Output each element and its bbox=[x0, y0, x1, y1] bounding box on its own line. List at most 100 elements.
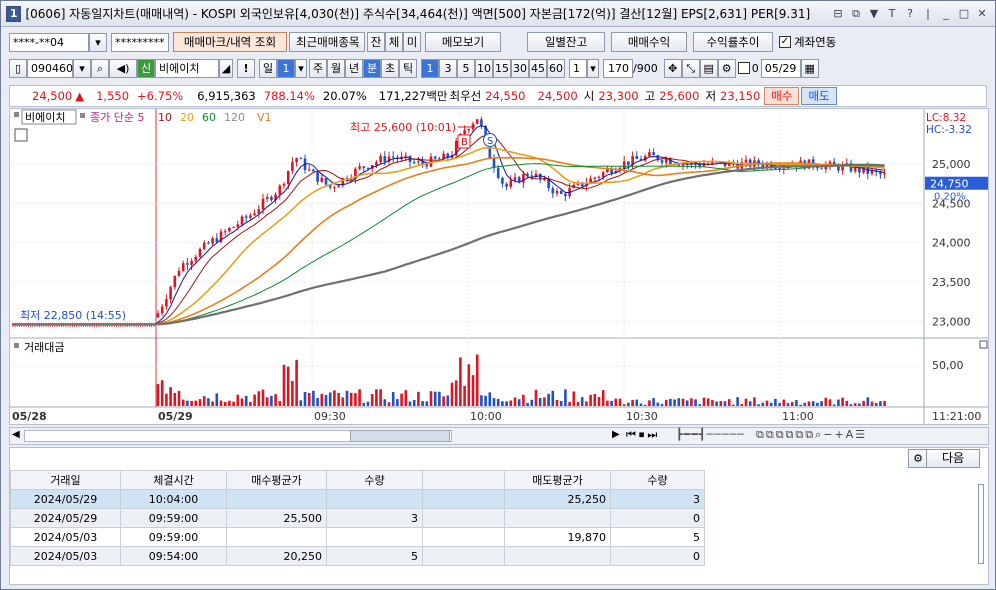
code-dropdown-icon[interactable]: ▾ bbox=[73, 58, 91, 78]
price-change-pct: +6.75% bbox=[137, 89, 184, 103]
daily-profit-button[interactable]: 매매수익 bbox=[611, 32, 687, 52]
moving-average-line bbox=[13, 163, 885, 325]
turnover-rate: 20.07% bbox=[322, 89, 367, 103]
minute-10[interactable]: 10 bbox=[475, 58, 493, 78]
volume-bar bbox=[874, 403, 878, 406]
scroll-thumb[interactable] bbox=[350, 430, 450, 442]
zoom-slider-icon[interactable]: ┣━━┫───── bbox=[676, 428, 745, 441]
symbol-toolbar: ▯ 090460 ▾ ⌕ ◀) 신 비에이치 ◢ ! 일 1 ▾ 주 월 년 분… bbox=[9, 56, 819, 80]
next-button[interactable]: 다음 bbox=[926, 449, 980, 468]
col-exec-time: 체결시간 bbox=[120, 470, 227, 490]
volume-bar bbox=[702, 397, 706, 406]
period-year[interactable]: 년 bbox=[345, 58, 363, 78]
account-link-checkbox[interactable]: ✓ bbox=[779, 36, 791, 48]
recent-trades-button[interactable]: 최근매매종목 bbox=[289, 32, 365, 52]
volume-bar bbox=[291, 381, 294, 406]
minute-45[interactable]: 45 bbox=[529, 58, 547, 78]
code-type-icon[interactable]: ▯ bbox=[9, 58, 27, 78]
volume-bar bbox=[438, 391, 441, 406]
col-buy-qty: 수량 bbox=[326, 470, 423, 490]
grid-scrollbar[interactable] bbox=[978, 484, 984, 564]
scroll-right-icon[interactable]: ▶ bbox=[612, 429, 620, 440]
period-dropdown-icon[interactable]: ▾ bbox=[295, 58, 307, 78]
minute-15[interactable]: 15 bbox=[493, 58, 511, 78]
stock-code-input[interactable]: 090460 bbox=[27, 58, 73, 78]
date-input[interactable]: 05/29 bbox=[760, 58, 801, 78]
range-input[interactable]: 170 bbox=[603, 58, 633, 78]
minute-5[interactable]: 5 bbox=[457, 58, 475, 78]
period-minute[interactable]: 분 bbox=[363, 58, 381, 78]
candle-body bbox=[156, 313, 160, 318]
drawing-icon[interactable]: ⤡ bbox=[681, 58, 700, 78]
minute-3[interactable]: 3 bbox=[439, 58, 457, 78]
minimize-icon[interactable]: _ bbox=[939, 7, 953, 21]
table-cell bbox=[422, 489, 505, 509]
alert-button[interactable]: ! bbox=[237, 58, 255, 78]
period-second[interactable]: 초 bbox=[381, 58, 399, 78]
tool-icons[interactable]: ⧉⧉⧉⧉⧉⧉⌕−+A☰ bbox=[756, 428, 867, 442]
candle-body bbox=[463, 130, 466, 135]
volume-bar bbox=[652, 398, 655, 406]
gear-icon[interactable]: ⚙ bbox=[717, 58, 736, 78]
volume-bar bbox=[883, 400, 886, 406]
price-chart[interactable]: 25,00024,50024,00023,50023,00024,7500.20… bbox=[10, 109, 988, 424]
account-dropdown-icon[interactable]: ▾ bbox=[89, 32, 107, 52]
volume-bar bbox=[748, 401, 752, 406]
volume-bar bbox=[362, 402, 366, 406]
close-icon[interactable]: ✕ bbox=[975, 7, 989, 21]
candle-body bbox=[509, 180, 513, 187]
chart-scrollbar[interactable]: ◀ ▶ ⏮⏹⏭ ┣━━┫───── ⧉⧉⧉⧉⧉⧉⌕−+A☰ bbox=[9, 427, 989, 445]
sound-icon[interactable]: ◀) bbox=[109, 58, 137, 78]
account-select[interactable]: ****-**04 bbox=[9, 32, 89, 52]
scroll-left-icon[interactable]: ◀ bbox=[12, 429, 20, 440]
zero-checkbox[interactable] bbox=[737, 62, 750, 74]
volume-bar bbox=[879, 401, 882, 406]
count-select[interactable]: 1 bbox=[569, 58, 587, 78]
balance-button[interactable]: 잔 bbox=[367, 32, 385, 52]
table-cell: 20,250 bbox=[226, 546, 327, 566]
daily-balance-button[interactable]: 일별잔고 bbox=[527, 32, 605, 52]
restore-icon[interactable]: ⧉ bbox=[849, 7, 863, 21]
buy-button[interactable]: 매수 bbox=[764, 87, 800, 105]
minute-60[interactable]: 60 bbox=[547, 58, 565, 78]
font-icon[interactable]: T bbox=[885, 7, 899, 21]
candle-body bbox=[635, 156, 639, 160]
legend-name: 비에이치 bbox=[25, 111, 65, 124]
executed-button[interactable]: 체 bbox=[385, 32, 403, 52]
volume-bar bbox=[732, 404, 735, 406]
unexecuted-button[interactable]: 미 bbox=[403, 32, 421, 52]
period-month[interactable]: 월 bbox=[327, 58, 345, 78]
split-icon[interactable]: ⊟ bbox=[831, 7, 845, 21]
memo-button[interactable]: 메모보기 bbox=[425, 32, 501, 52]
grid-gear-icon[interactable]: ⚙ bbox=[908, 449, 928, 468]
help-icon[interactable]: ? bbox=[903, 7, 917, 21]
profit-trend-button[interactable]: 수익률추이 bbox=[693, 32, 773, 52]
save-icon[interactable]: ▤ bbox=[699, 58, 718, 78]
volume-bar bbox=[782, 399, 786, 406]
period-week[interactable]: 주 bbox=[309, 58, 327, 78]
volume-bar bbox=[232, 401, 235, 406]
table-row[interactable]: 2024/05/03 09:59:00 19,870 5 bbox=[10, 527, 705, 547]
password-field[interactable]: ********* bbox=[111, 32, 169, 52]
period-day-count[interactable]: 1 bbox=[277, 58, 295, 78]
sell-button[interactable]: 매도 bbox=[801, 87, 837, 105]
chart-panel[interactable]: 25,000 24,500 24,000 23,500 23,000 24,750 0.20… bbox=[9, 108, 989, 425]
period-tick[interactable]: 틱 bbox=[399, 58, 417, 78]
minute-1[interactable]: 1 bbox=[421, 58, 439, 78]
candle-body bbox=[320, 178, 324, 182]
calendar-icon[interactable]: ▦ bbox=[800, 58, 819, 78]
search-icon[interactable]: ⌕ bbox=[91, 58, 109, 78]
table-row[interactable]: 2024/05/29 10:04:00 25,250 3 bbox=[10, 489, 705, 509]
count-dropdown-icon[interactable]: ▾ bbox=[587, 58, 599, 78]
separator: | bbox=[926, 6, 930, 20]
candle-body bbox=[295, 158, 298, 163]
playback-icons[interactable]: ⏮⏹⏭ bbox=[626, 428, 660, 442]
minute-30[interactable]: 30 bbox=[511, 58, 529, 78]
pin-icon[interactable]: ▼ bbox=[867, 7, 881, 21]
table-row[interactable]: 2024/05/03 09:54:00 20,250 5 0 bbox=[10, 546, 705, 566]
period-day[interactable]: 일 bbox=[259, 58, 277, 78]
trade-mark-query-button[interactable]: 매매마크/내역 조회 bbox=[173, 32, 287, 52]
crosshair-icon[interactable]: ✥ bbox=[663, 58, 682, 78]
table-row[interactable]: 2024/05/29 09:59:00 25,500 3 0 bbox=[10, 508, 705, 528]
maximize-icon[interactable]: □ bbox=[957, 7, 971, 21]
